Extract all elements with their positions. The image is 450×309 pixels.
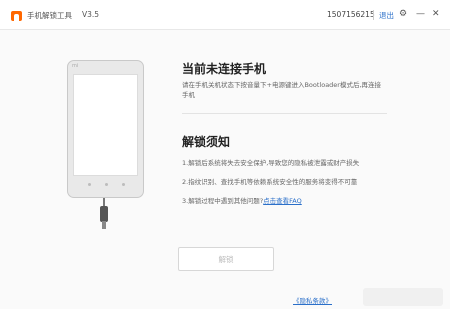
section-divider — [182, 113, 387, 114]
phone-menu-button — [88, 183, 91, 186]
notice-item: 3.解锁过程中遇到其他问题?点击查看FAQ — [182, 195, 397, 205]
privacy-link[interactable]: 《隐私条款》 — [293, 295, 332, 305]
phone-screen — [73, 74, 138, 176]
close-icon[interactable]: ✕ — [432, 8, 440, 20]
phone-back-button — [122, 183, 125, 186]
watermark — [363, 288, 443, 306]
usb-plug-tip — [102, 221, 106, 229]
notice-item: 1.解锁后系统将失去安全保护,导致您的隐私被泄露或财产损失 — [182, 159, 360, 167]
faq-link[interactable]: 点击查看FAQ — [263, 197, 302, 205]
title-bar: 手机解锁工具 V3.5 1507156215 退出 ⚙ — ✕ — [0, 0, 450, 30]
account-id: 1507156215 — [327, 10, 375, 19]
notice-item: 2.指纹识别、查找手机等依赖系统安全性的服务将变得不可靠 — [182, 178, 358, 186]
unlock-button[interactable]: 解锁 — [178, 247, 274, 271]
gear-icon[interactable]: ⚙ — [399, 8, 407, 20]
connection-status-title: 当前未连接手机 — [182, 62, 267, 76]
app-title: 手机解锁工具 — [27, 11, 72, 20]
phone-illustration: mi — [67, 60, 144, 198]
app-version: V3.5 — [82, 10, 100, 19]
unlock-notice-title: 解锁须知 — [182, 135, 231, 149]
logout-link[interactable]: 退出 — [379, 10, 394, 21]
usb-plug-icon — [100, 206, 108, 222]
mi-logo-icon — [11, 11, 22, 21]
titlebar-separator — [373, 10, 374, 20]
phone-home-button — [105, 183, 108, 186]
phone-brand-text: mi — [72, 63, 79, 69]
connection-instruction: 请在手机关机状态下按音量下+电源键进入Bootloader模式后,再连接手机 — [182, 81, 382, 99]
minimize-icon[interactable]: — — [416, 8, 425, 20]
notice-item-text: 3.解锁过程中遇到其他问题? — [182, 197, 264, 205]
